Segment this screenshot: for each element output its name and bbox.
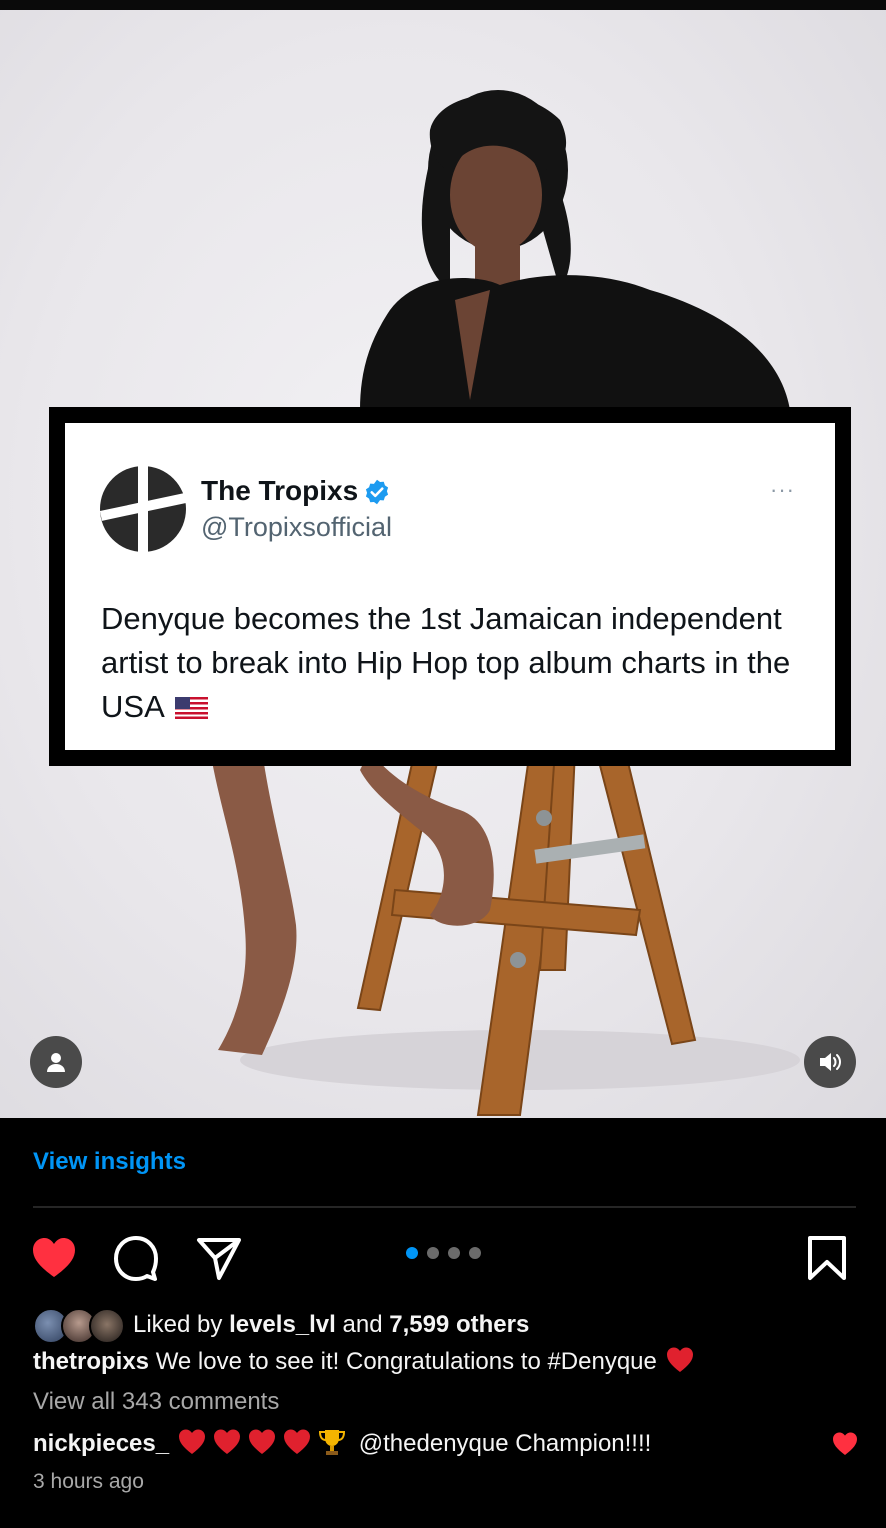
top-comment: nickpieces_ @thedenyque Champion!!!!	[33, 1428, 651, 1463]
post-caption: thetropixs We love to see it! Congratula…	[33, 1346, 695, 1376]
person-icon	[47, 1053, 65, 1072]
view-all-comments-link[interactable]: View all 343 comments	[33, 1388, 279, 1416]
likes-joiner: and	[342, 1311, 383, 1338]
red-heart-emoji-icon	[179, 1429, 206, 1454]
comment-like-button[interactable]	[831, 1431, 859, 1457]
likes-summary[interactable]: Liked by levels_lvl and 7,599 others	[133, 1311, 529, 1339]
us-flag-icon	[174, 697, 208, 719]
liked-by-avatars[interactable]	[33, 1308, 125, 1344]
post-media[interactable]: The Tropixs @Tropixsofficial ··· Denyque…	[0, 10, 886, 1118]
red-heart-emoji-icon	[249, 1429, 276, 1454]
carousel-dot	[406, 1247, 418, 1259]
carousel-indicator	[406, 1247, 481, 1259]
tagged-users-button[interactable]	[30, 1036, 82, 1088]
liked-by-username[interactable]: levels_lvl	[229, 1311, 336, 1338]
likes-count[interactable]: 7,599 others	[389, 1311, 529, 1338]
carousel-dot	[469, 1247, 481, 1259]
red-heart-emoji-icon	[214, 1429, 241, 1454]
tweet-screenshot-frame: The Tropixs @Tropixsofficial ··· Denyque…	[49, 407, 851, 766]
carousel-dot	[448, 1247, 460, 1259]
carousel-dot	[427, 1247, 439, 1259]
caption-text: We love to see it! Congratulations to #D…	[155, 1348, 657, 1375]
comment-button[interactable]	[112, 1234, 160, 1282]
tweet-author-name: The Tropixs	[201, 475, 359, 506]
comment-emojis	[177, 1428, 352, 1463]
red-heart-emoji-icon	[284, 1429, 311, 1454]
view-insights-link[interactable]: View insights	[33, 1148, 186, 1176]
tweet-body: Denyque becomes the 1st Jamaican indepen…	[101, 597, 801, 729]
trophy-emoji-icon	[319, 1430, 346, 1455]
tweet-author-handle: @Tropixsofficial	[201, 512, 392, 542]
post-timestamp: 3 hours ago	[33, 1470, 144, 1493]
speaker-icon	[820, 1053, 841, 1071]
avatar	[89, 1308, 125, 1344]
red-heart-emoji-icon	[666, 1347, 693, 1372]
more-options-icon: ···	[770, 477, 795, 502]
likes-prefix: Liked by	[133, 1311, 223, 1338]
status-bar-strip	[0, 0, 886, 10]
save-button[interactable]	[803, 1234, 851, 1282]
divider	[33, 1206, 856, 1208]
sound-toggle-button[interactable]	[804, 1036, 856, 1088]
tropixs-logo-icon	[100, 466, 186, 552]
caption-username[interactable]: thetropixs	[33, 1348, 149, 1375]
tweet-card: The Tropixs @Tropixsofficial ··· Denyque…	[65, 423, 835, 750]
comment-text: @thedenyque Champion!!!!	[358, 1430, 652, 1457]
comment-username[interactable]: nickpieces_	[33, 1430, 169, 1457]
share-button[interactable]	[195, 1234, 243, 1282]
like-button[interactable]	[30, 1234, 78, 1282]
verified-badge-icon	[365, 479, 389, 505]
